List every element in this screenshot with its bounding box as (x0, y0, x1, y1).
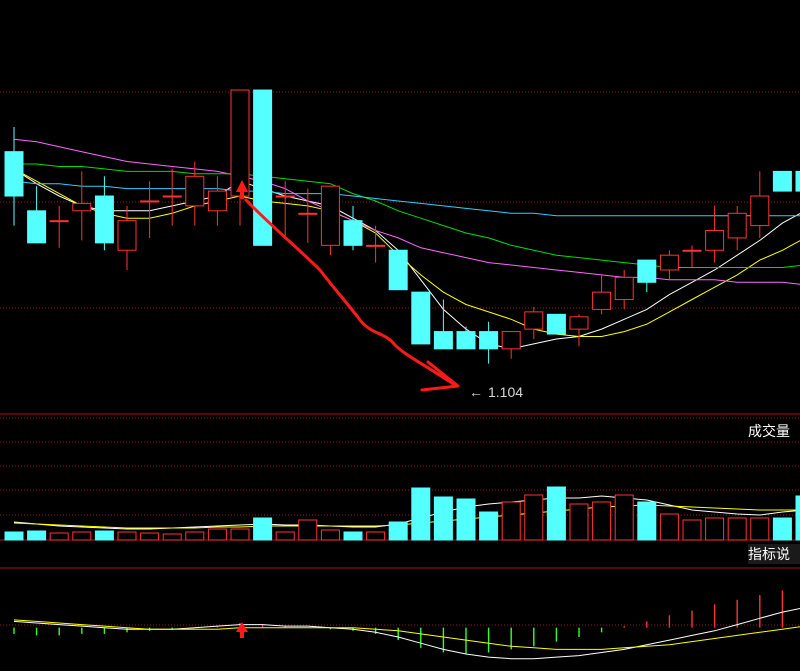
volume-bar (253, 517, 273, 541)
volume-bar (343, 531, 363, 541)
candle-body (592, 291, 612, 310)
volume-series[interactable] (4, 443, 800, 541)
candle-body (569, 316, 589, 330)
candle-body (479, 331, 499, 350)
candle-body (162, 195, 182, 198)
grid-lines (0, 91, 800, 626)
volume-bar (569, 503, 589, 541)
volume-bar (298, 519, 318, 541)
volume-bar (140, 532, 160, 541)
candle-body (456, 331, 476, 350)
candle-body (433, 331, 453, 350)
candle-body (682, 249, 702, 252)
volume-bar (772, 517, 792, 541)
candle-body (705, 230, 725, 251)
volume-bar (388, 521, 408, 541)
indicator-signal-arrow-stem (240, 632, 244, 638)
volume-bar (27, 530, 47, 541)
candle-body (49, 220, 69, 223)
volume-bar (456, 498, 476, 541)
candle-body (388, 249, 408, 291)
volume-bar (546, 486, 566, 541)
volume-bar (727, 517, 747, 541)
volume-bar (185, 531, 205, 541)
volume-bar (479, 511, 499, 541)
volume-bar (72, 531, 92, 541)
indicator-panel-title[interactable]: 指标说 (748, 544, 800, 564)
candle-body (94, 195, 114, 244)
candle-body (117, 220, 137, 251)
candle-body (659, 254, 679, 271)
candle-body (230, 89, 250, 197)
candle-body (614, 276, 634, 301)
volume-bar (705, 517, 725, 541)
volume-bar (117, 531, 137, 541)
candle-body (140, 200, 160, 203)
volume-bar (524, 494, 544, 541)
volume-bar (366, 531, 386, 541)
signal-up-arrow-stem (240, 192, 244, 199)
volume-bar (614, 494, 634, 541)
candle-body (207, 190, 227, 212)
candle-body (727, 212, 747, 239)
volume-bar (750, 517, 770, 541)
volume-bar (795, 495, 800, 541)
candle-body (546, 313, 566, 335)
volume-bar (433, 496, 453, 541)
stock-chart[interactable] (0, 0, 800, 671)
candle-body (795, 170, 800, 192)
low-price-label: 1.104 (488, 384, 524, 400)
candle-body (275, 195, 295, 198)
indicator-signal-arrow (236, 622, 248, 632)
volume-bar (637, 501, 657, 541)
indicator-lines (13, 608, 800, 660)
volume-bar (207, 528, 227, 541)
volume-bar (275, 531, 295, 541)
candle-body (501, 331, 521, 350)
candle-body (366, 244, 386, 247)
candle-body (4, 151, 24, 197)
volume-bar (94, 530, 114, 541)
candlestick-series[interactable] (4, 89, 800, 364)
candle-body (320, 185, 340, 246)
candle-body (72, 202, 92, 212)
volume-bar (682, 519, 702, 541)
candle-body (524, 311, 544, 330)
volume-bar (659, 513, 679, 541)
candle-body (343, 220, 363, 246)
volume-bar (162, 533, 182, 541)
low-price-arrow: ← (469, 384, 483, 400)
candle-body (637, 259, 657, 283)
candle-body (27, 210, 47, 244)
volume-bar (4, 531, 24, 541)
candle-body (185, 175, 205, 207)
volume-bar (501, 501, 521, 541)
candle-body (772, 170, 792, 192)
indicator-line (13, 619, 800, 650)
volume-bar (592, 501, 612, 541)
volume-bar (320, 529, 340, 541)
candle-body (298, 212, 318, 215)
indicator-histogram[interactable] (13, 584, 800, 655)
volume-panel-title: 成交量 (748, 424, 790, 440)
candle-body (750, 195, 770, 227)
candle-body (411, 291, 431, 345)
volume-bar (49, 532, 69, 541)
volume-bar (230, 528, 250, 541)
volume-bar (411, 487, 431, 541)
